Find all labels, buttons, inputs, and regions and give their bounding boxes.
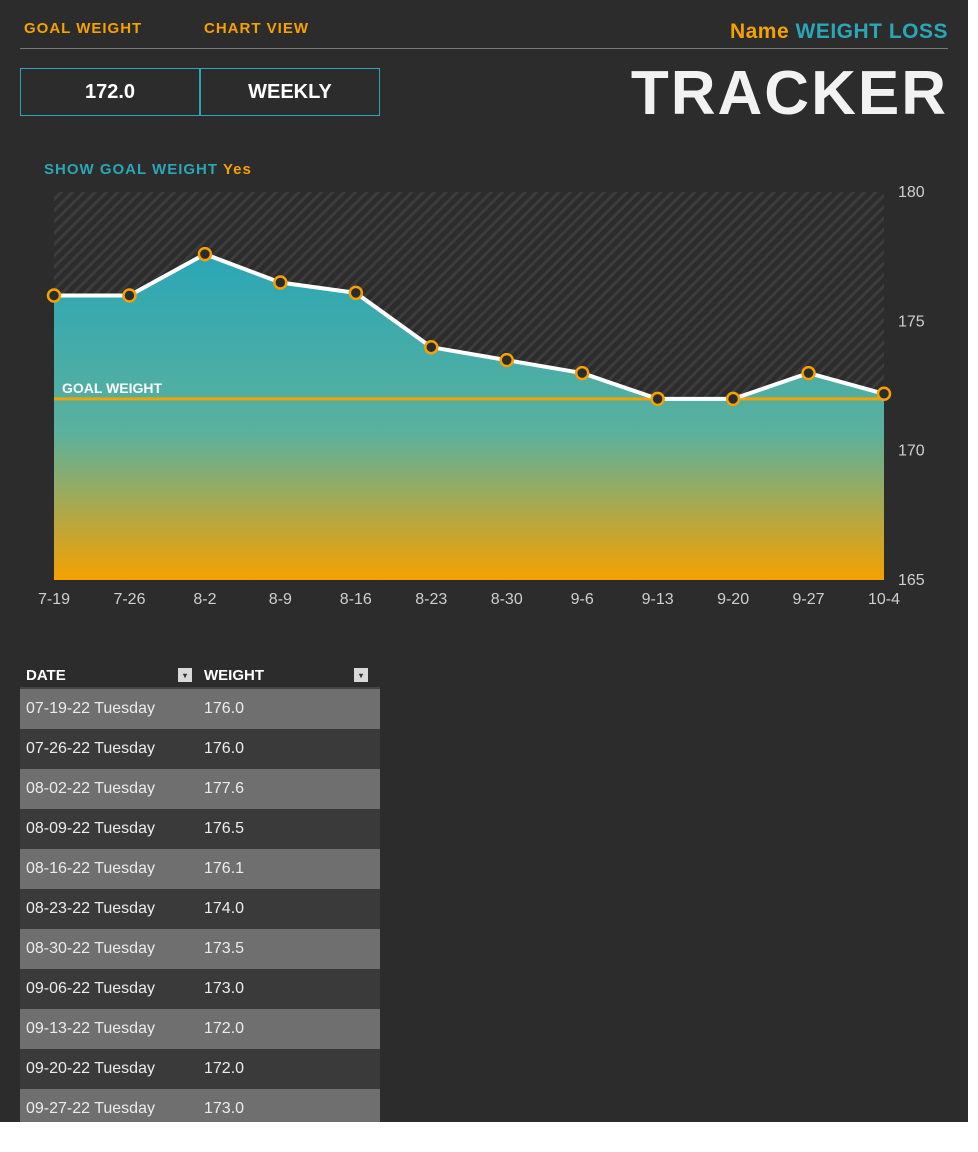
svg-text:8-23: 8-23 <box>415 591 447 608</box>
chart-view-label: CHART VIEW <box>204 20 388 44</box>
header-divider <box>20 48 948 49</box>
cell-weight: 174.0 <box>198 900 374 918</box>
svg-text:165: 165 <box>898 572 925 589</box>
table-row[interactable]: 09-13-22 Tuesday172.0 <box>20 1009 380 1049</box>
cell-weight: 173.5 <box>198 940 374 958</box>
show-goal-weight: SHOW GOAL WEIGHT Yes <box>44 161 948 178</box>
svg-text:8-2: 8-2 <box>193 591 216 608</box>
weight-chart-svg: GOAL WEIGHT 165 170 175 180 7-19 7-26 8-2 8-9 8-1… <box>20 186 948 616</box>
table-header-date-label: DATE <box>26 667 66 684</box>
cell-weight: 176.0 <box>198 740 374 758</box>
cell-weight: 172.0 <box>198 1020 374 1038</box>
show-goal-value[interactable]: Yes <box>223 161 252 178</box>
weight-chart: GOAL WEIGHT 165 170 175 180 7-19 7-26 8-2 8-9 8-1… <box>20 186 948 621</box>
table-row[interactable]: 09-20-22 Tuesday172.0 <box>20 1049 380 1089</box>
name-label: Name <box>730 20 789 43</box>
svg-text:175: 175 <box>898 313 925 330</box>
svg-text:9-27: 9-27 <box>793 591 825 608</box>
svg-text:8-30: 8-30 <box>491 591 523 608</box>
tracker-title: TRACKER <box>631 58 948 129</box>
svg-text:8-16: 8-16 <box>340 591 372 608</box>
header-value-row: 172.0 WEEKLY TRACKER <box>20 68 948 129</box>
cell-date: 07-19-22 Tuesday <box>20 700 198 718</box>
table-body: 07-19-22 Tuesday176.007-26-22 Tuesday176… <box>20 689 380 1122</box>
cell-date: 08-09-22 Tuesday <box>20 820 198 838</box>
table-row[interactable]: 08-16-22 Tuesday176.1 <box>20 849 380 889</box>
svg-text:9-20: 9-20 <box>717 591 749 608</box>
cell-weight: 176.1 <box>198 860 374 878</box>
svg-text:9-13: 9-13 <box>642 591 674 608</box>
svg-text:9-6: 9-6 <box>571 591 594 608</box>
cell-date: 09-20-22 Tuesday <box>20 1060 198 1078</box>
filter-icon[interactable]: ▾ <box>354 668 368 682</box>
svg-text:10-4: 10-4 <box>868 591 900 608</box>
table-row[interactable]: 09-27-22 Tuesday173.0 <box>20 1089 380 1122</box>
cell-weight: 172.0 <box>198 1060 374 1078</box>
cell-weight: 173.0 <box>198 980 374 998</box>
cell-date: 09-13-22 Tuesday <box>20 1020 198 1038</box>
table-row[interactable]: 07-26-22 Tuesday176.0 <box>20 729 380 769</box>
cell-date: 08-02-22 Tuesday <box>20 780 198 798</box>
cell-weight: 176.5 <box>198 820 374 838</box>
svg-text:7-19: 7-19 <box>38 591 70 608</box>
svg-text:170: 170 <box>898 443 925 460</box>
chart-view-input[interactable]: WEEKLY <box>200 68 380 116</box>
cell-date: 09-06-22 Tuesday <box>20 980 198 998</box>
table-row[interactable]: 08-30-22 Tuesday173.5 <box>20 929 380 969</box>
goal-weight-label: GOAL WEIGHT <box>20 20 204 44</box>
cell-weight: 177.6 <box>198 780 374 798</box>
weight-table: DATE ▾ WEIGHT ▾ 07-19-22 Tuesday176.007-… <box>20 663 380 1122</box>
name-value: WEIGHT LOSS <box>796 20 949 43</box>
weight-loss-tracker: GOAL WEIGHT CHART VIEW Name WEIGHT LOSS … <box>0 0 968 1122</box>
table-row[interactable]: 07-19-22 Tuesday176.0 <box>20 689 380 729</box>
show-goal-label: SHOW GOAL WEIGHT <box>44 161 218 178</box>
cell-weight: 176.0 <box>198 700 374 718</box>
cell-date: 08-16-22 Tuesday <box>20 860 198 878</box>
cell-date: 09-27-22 Tuesday <box>20 1100 198 1118</box>
goal-weight-input[interactable]: 172.0 <box>20 68 200 116</box>
svg-text:8-9: 8-9 <box>269 591 292 608</box>
table-header-weight[interactable]: WEIGHT ▾ <box>198 667 374 684</box>
header-label-row: GOAL WEIGHT CHART VIEW Name WEIGHT LOSS <box>20 20 948 44</box>
cell-date: 08-30-22 Tuesday <box>20 940 198 958</box>
cell-weight: 173.0 <box>198 1100 374 1118</box>
filter-icon[interactable]: ▾ <box>178 668 192 682</box>
table-row[interactable]: 09-06-22 Tuesday173.0 <box>20 969 380 1009</box>
name-block: Name WEIGHT LOSS <box>730 20 948 44</box>
cell-date: 08-23-22 Tuesday <box>20 900 198 918</box>
table-header-date[interactable]: DATE ▾ <box>20 667 198 684</box>
table-row[interactable]: 08-02-22 Tuesday177.6 <box>20 769 380 809</box>
table-header-row: DATE ▾ WEIGHT ▾ <box>20 663 380 689</box>
table-row[interactable]: 08-23-22 Tuesday174.0 <box>20 889 380 929</box>
table-row[interactable]: 08-09-22 Tuesday176.5 <box>20 809 380 849</box>
svg-text:7-26: 7-26 <box>113 591 145 608</box>
svg-text:GOAL WEIGHT: GOAL WEIGHT <box>62 380 163 396</box>
cell-date: 07-26-22 Tuesday <box>20 740 198 758</box>
svg-text:180: 180 <box>898 186 925 201</box>
table-header-weight-label: WEIGHT <box>204 667 264 684</box>
